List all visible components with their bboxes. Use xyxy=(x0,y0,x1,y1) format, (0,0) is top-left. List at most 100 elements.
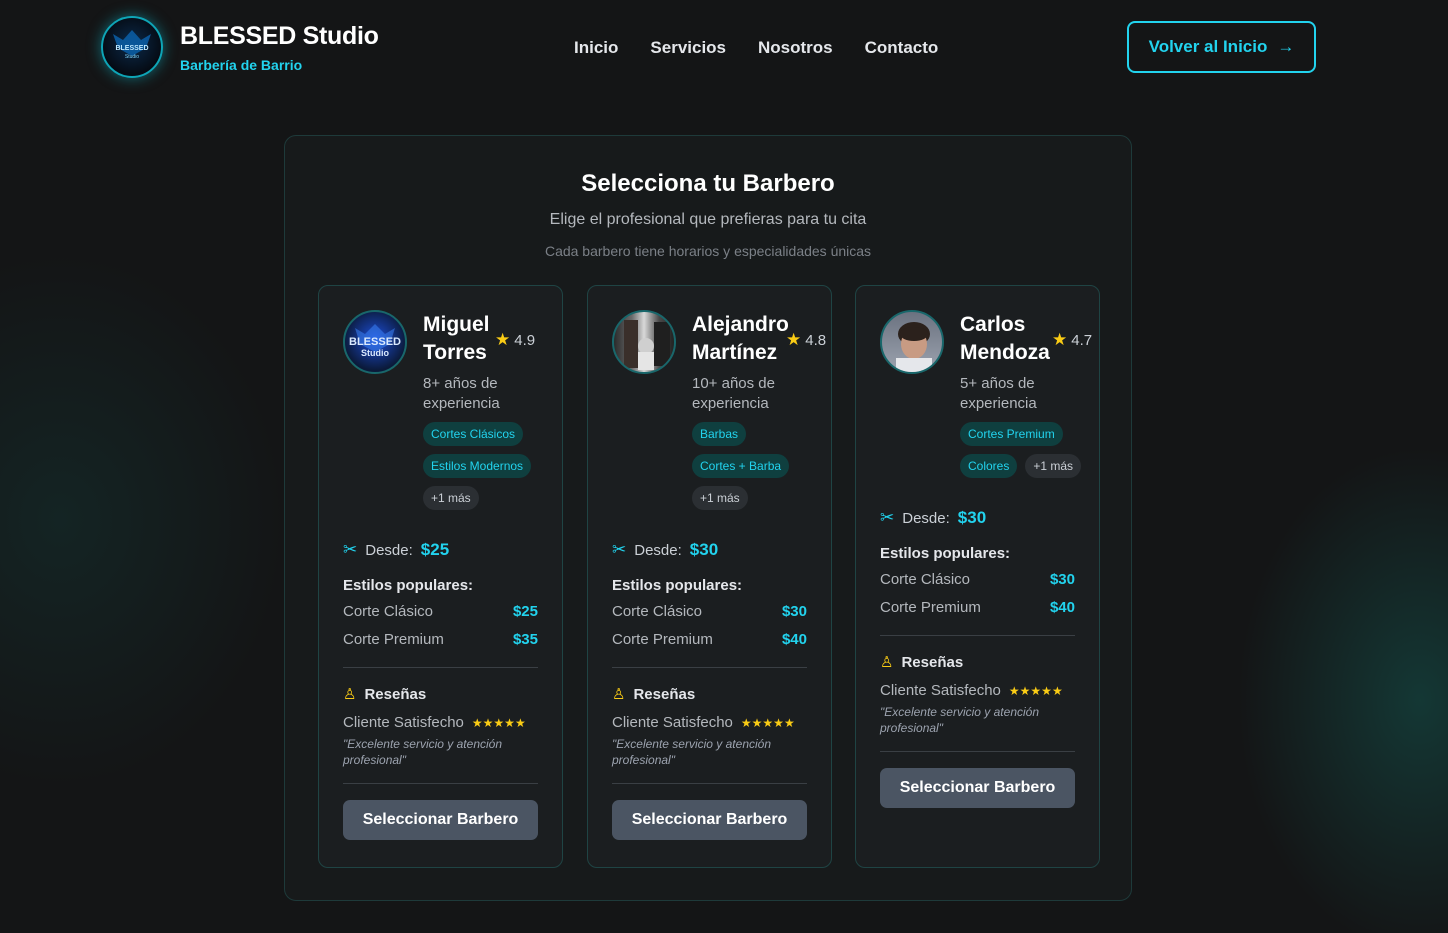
brand-logo[interactable]: BLESSED Studio xyxy=(101,16,163,78)
review-author: Cliente Satisfecho xyxy=(880,682,1001,699)
award-icon: ♙ xyxy=(612,686,626,703)
review-stars-icon: ★★★★★ xyxy=(740,715,795,730)
style-price: $40 xyxy=(781,631,807,648)
specialty-tag: Cortes Premium xyxy=(960,422,1063,446)
logo-text-bottom: Studio xyxy=(125,54,139,60)
page-note: Cada barbero tiene horarios y especialid… xyxy=(544,243,872,259)
svg-text:Studio: Studio xyxy=(361,348,389,358)
barber-rating: ★ 4.8 xyxy=(786,330,826,350)
divider xyxy=(612,783,807,784)
barber-name: Alejandro Martínez xyxy=(692,313,789,364)
avatar xyxy=(612,310,676,374)
rating-value: 4.8 xyxy=(805,331,827,349)
review-stars-icon: ★★★★★ xyxy=(1008,683,1063,698)
scissors-icon: ✂ xyxy=(880,508,895,527)
select-barber-button[interactable]: Seleccionar Barbero xyxy=(880,768,1075,808)
nav-contacto[interactable]: Contacto xyxy=(865,38,939,58)
divider xyxy=(880,635,1075,636)
barber-experience: 5+ años de experiencia xyxy=(960,375,1037,412)
review-author: Cliente Satisfecho xyxy=(612,714,733,731)
popular-styles-title: Estilos populares: xyxy=(612,577,743,594)
specialty-tag: Estilos Modernos xyxy=(423,454,532,478)
back-home-button[interactable]: Volver al Inicio → xyxy=(1127,21,1316,73)
more-tag: +1 más xyxy=(1025,454,1082,478)
more-tag: +1 más xyxy=(692,486,748,510)
style-name: Corte Clásico xyxy=(343,603,434,620)
specialty-tag: Cortes + Barba xyxy=(692,454,790,478)
popular-styles-title: Estilos populares: xyxy=(343,577,474,594)
select-barber-button[interactable]: Seleccionar Barbero xyxy=(343,800,538,840)
barber-details: ✂ Desde: $30 Estilos populares: Corte Cl… xyxy=(880,507,1075,808)
style-name: Corte Premium xyxy=(880,599,981,616)
logo-text-top: BLESSED xyxy=(115,45,148,52)
barber-rating: ★ 4.9 xyxy=(495,330,535,350)
desde-label: Desde: xyxy=(902,509,950,527)
specialty-tags: Barbas Cortes + Barba +1 más xyxy=(692,422,812,510)
nav-servicios[interactable]: Servicios xyxy=(650,38,726,58)
logo-emblem-icon: BLESSED Studio xyxy=(113,30,151,60)
desde-price: $30 xyxy=(957,508,987,527)
top-header: BLESSED Studio BLESSED Studio Barbería d… xyxy=(0,0,1448,95)
reviews-title: ♙ Reseñas xyxy=(612,685,807,704)
svg-text:BLESSED: BLESSED xyxy=(349,336,401,348)
rating-value: 4.9 xyxy=(514,331,536,349)
rating-value: 4.7 xyxy=(1071,331,1093,349)
barber-details: ✂ Desde: $30 Estilos populares: Corte Cl… xyxy=(612,539,807,840)
popular-styles-title: Estilos populares: xyxy=(880,545,1011,562)
brand-subtitle: Barbería de Barrio xyxy=(180,57,303,73)
price-from: ✂ Desde: $30 xyxy=(880,507,1075,529)
barber-card[interactable]: Carlos Mendoza ★ 4.7 5+ años de experien… xyxy=(855,285,1100,868)
avatar: BLESSED Studio xyxy=(343,310,407,374)
nav-nosotros[interactable]: Nosotros xyxy=(758,38,833,58)
star-icon: ★ xyxy=(1052,330,1068,349)
reviews-title: ♙ Reseñas xyxy=(880,653,1075,672)
specialty-tags: Cortes Premium Colores +1 más xyxy=(960,422,1096,478)
style-price: $35 xyxy=(512,631,538,648)
scissors-icon: ✂ xyxy=(343,540,358,559)
review-header: Cliente Satisfecho ★★★★★ xyxy=(343,714,538,731)
price-from: ✂ Desde: $30 xyxy=(612,539,807,561)
brand-title: BLESSED Studio xyxy=(180,22,379,50)
style-name: Corte Clásico xyxy=(612,603,703,620)
award-icon: ♙ xyxy=(343,686,357,703)
review-text: "Excelente servicio y atención profesion… xyxy=(343,737,503,767)
style-price: $25 xyxy=(512,603,538,620)
style-row: Corte Premium $40 xyxy=(612,631,807,650)
desde-price: $25 xyxy=(420,540,450,559)
style-row: Corte Clásico $25 xyxy=(343,603,538,622)
style-row: Corte Clásico $30 xyxy=(880,571,1075,590)
divider xyxy=(343,667,538,668)
barber-experience: 8+ años de experiencia xyxy=(423,375,500,412)
review-header: Cliente Satisfecho ★★★★★ xyxy=(880,682,1075,699)
review-stars-icon: ★★★★★ xyxy=(471,715,526,730)
barber-name: Carlos Mendoza xyxy=(960,313,1050,364)
scissors-icon: ✂ xyxy=(612,540,627,559)
desde-label: Desde: xyxy=(365,541,413,559)
specialty-tag: Barbas xyxy=(692,422,747,446)
nav-inicio[interactable]: Inicio xyxy=(574,38,618,58)
page-subtitle: Elige el profesional que prefieras para … xyxy=(549,211,867,228)
barber-rating: ★ 4.7 xyxy=(1052,330,1092,350)
avatar xyxy=(880,310,944,374)
style-price: $30 xyxy=(1049,571,1075,588)
divider xyxy=(612,667,807,668)
review-author: Cliente Satisfecho xyxy=(343,714,464,731)
barber-card[interactable]: BLESSED Studio Miguel Torres ★ 4.9 8+ añ… xyxy=(318,285,563,868)
reviews-label: Reseñas xyxy=(901,653,964,671)
style-name: Corte Clásico xyxy=(880,571,971,588)
price-from: ✂ Desde: $25 xyxy=(343,539,538,561)
main-nav: Inicio Servicios Nosotros Contacto xyxy=(574,38,938,58)
select-barber-button[interactable]: Seleccionar Barbero xyxy=(612,800,807,840)
barber-selection-panel: Selecciona tu Barbero Elige el profesion… xyxy=(284,135,1132,901)
reviews-label: Reseñas xyxy=(633,685,696,703)
style-name: Corte Premium xyxy=(343,631,444,648)
style-price: $30 xyxy=(781,603,807,620)
divider xyxy=(880,751,1075,752)
style-row: Corte Premium $40 xyxy=(880,599,1075,618)
star-icon: ★ xyxy=(786,330,802,349)
brand: BLESSED Studio Barbería de Barrio xyxy=(180,22,379,73)
star-icon: ★ xyxy=(495,330,511,349)
style-price: $40 xyxy=(1049,599,1075,616)
barber-card[interactable]: Alejandro Martínez ★ 4.8 10+ años de exp… xyxy=(587,285,832,868)
specialty-tag: Colores xyxy=(960,454,1018,478)
